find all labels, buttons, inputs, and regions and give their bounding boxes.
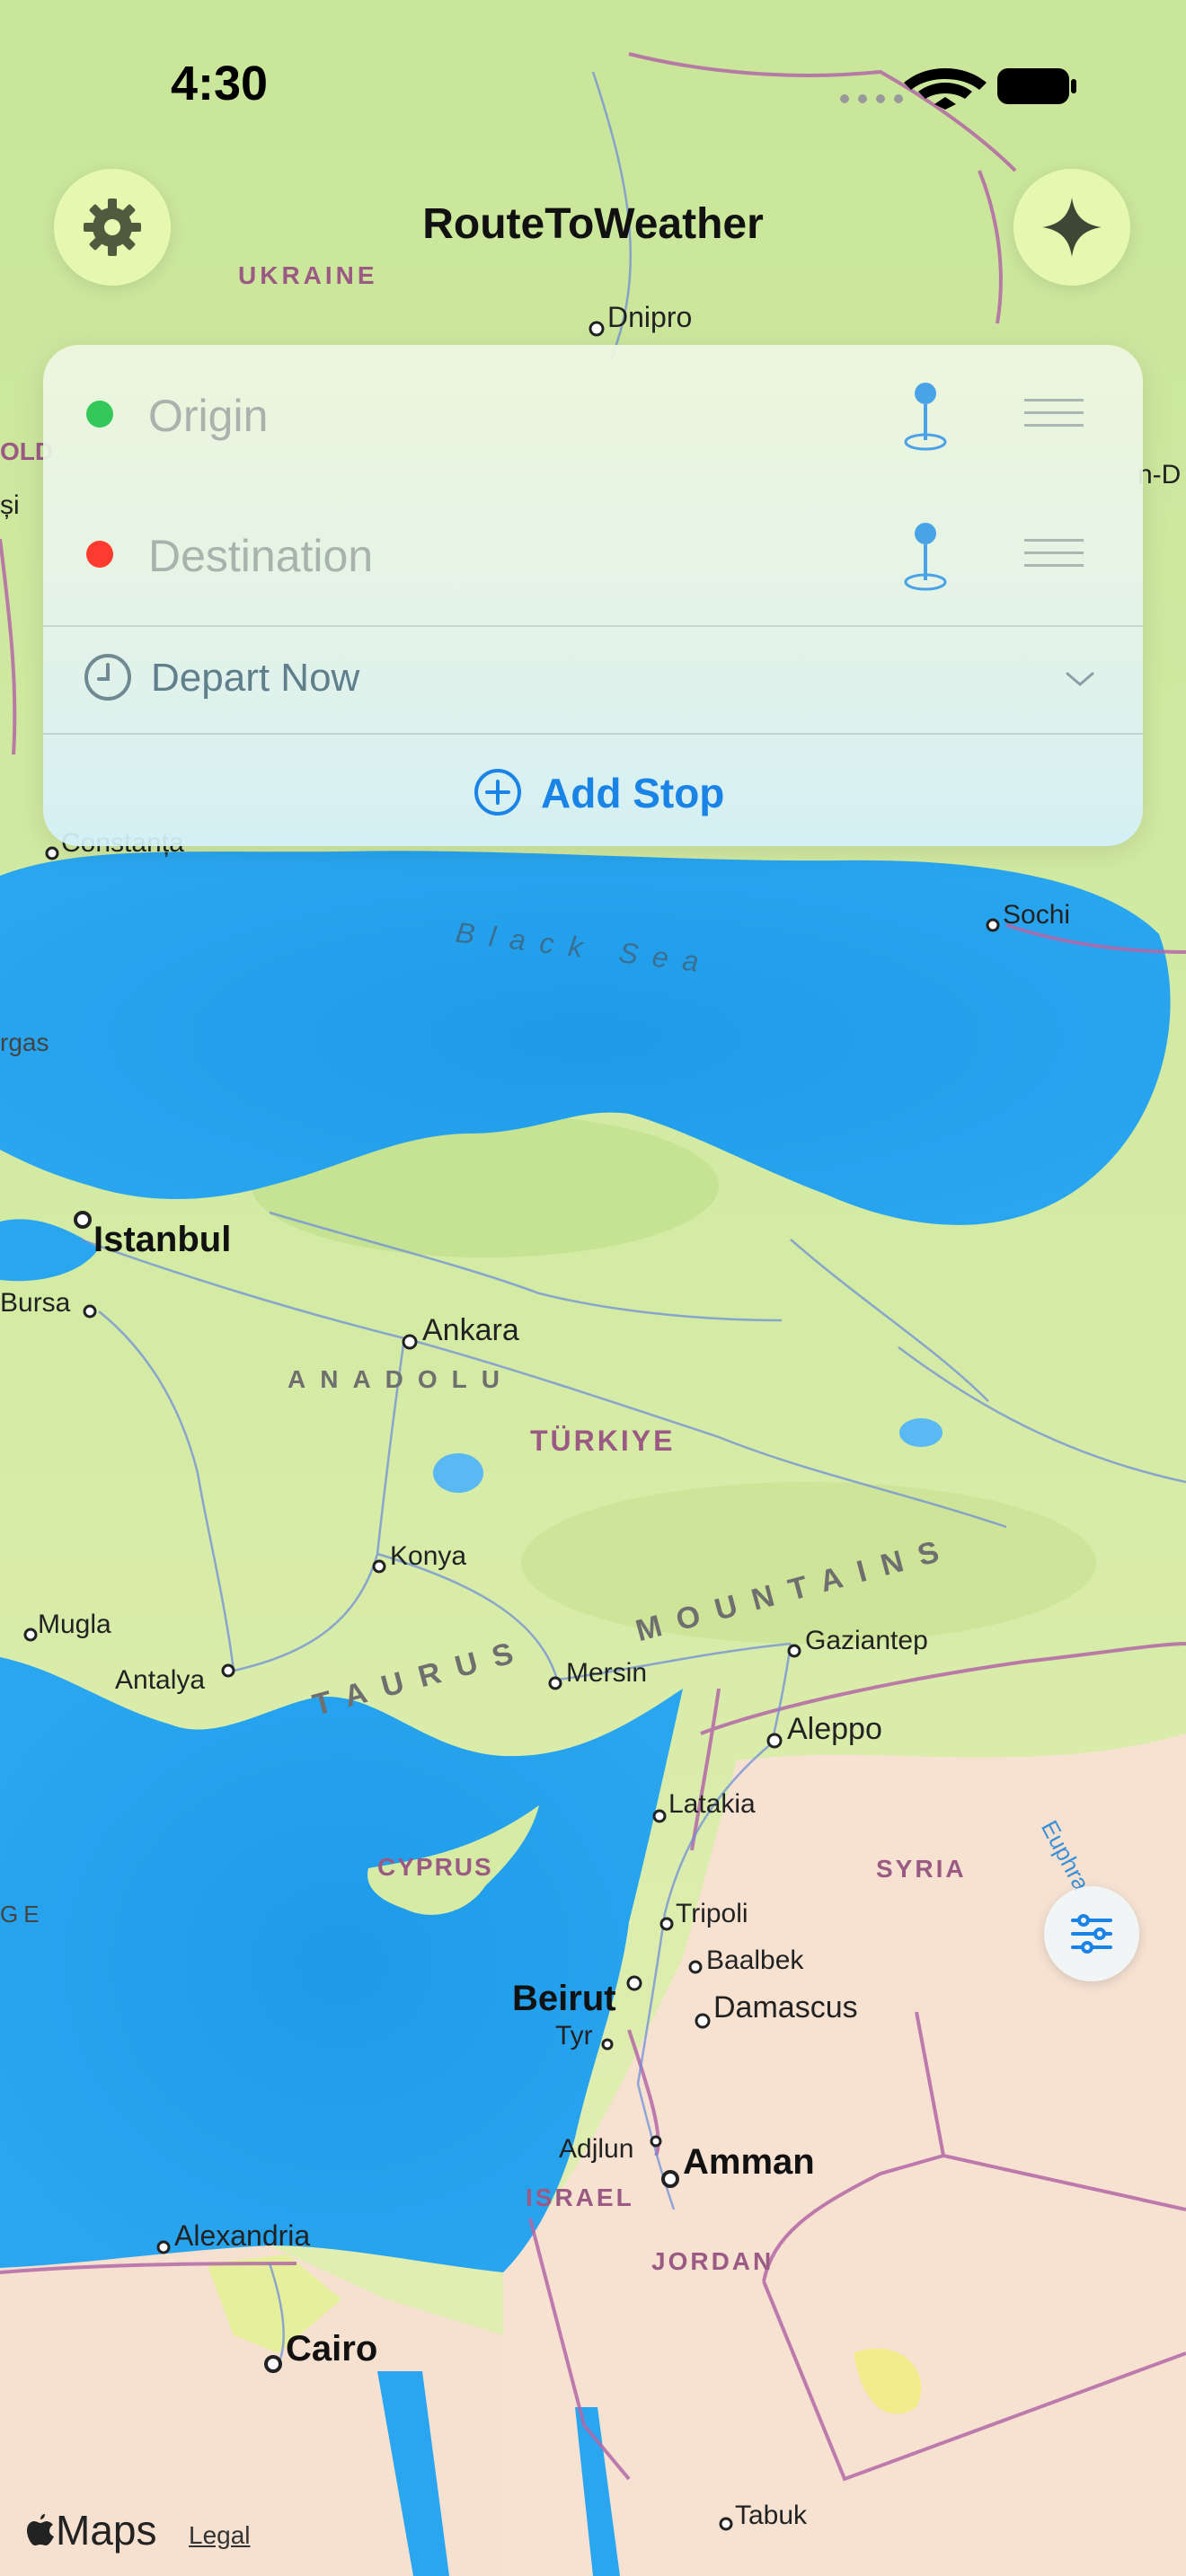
map-filter-button[interactable] <box>1044 1886 1139 1981</box>
map-label-edge: rgas <box>0 1028 49 1056</box>
map-label-region: JORDAN <box>651 2247 774 2275</box>
origin-dot <box>86 401 113 428</box>
map-text-label: Tabuk <box>735 2501 808 2530</box>
route-card: Depart Now Add Stop <box>43 345 1143 846</box>
map-text-label: Damascus <box>713 1990 858 2025</box>
map-text-label: Alexandria <box>174 2219 310 2252</box>
depart-label: Depart Now <box>151 656 360 700</box>
city-latakia: Latakia <box>652 1789 756 1823</box>
map-text-label: Beirut <box>512 1979 616 2018</box>
map-text-label: Konya <box>390 1541 466 1571</box>
destination-input[interactable] <box>146 521 887 591</box>
map-text-label: Istanbul <box>93 1220 231 1259</box>
battery-icon <box>997 68 1076 104</box>
legal-link[interactable]: Legal <box>189 2521 251 2550</box>
map-text-label: Aleppo <box>787 1712 882 1746</box>
plus-circle-icon <box>474 769 521 816</box>
map-text-label: Mugla <box>38 1610 111 1639</box>
clock-icon <box>84 654 131 701</box>
app-title: RouteToWeather <box>422 200 764 248</box>
lake <box>899 1418 943 1447</box>
city-alexandria: Alexandria <box>156 2219 310 2254</box>
apple-logo-icon <box>27 2514 54 2545</box>
map-label-region: UKRAINE <box>238 261 378 289</box>
map-label-region: ISRAEL <box>526 2183 634 2211</box>
map-label-region: TÜRKIYE <box>530 1425 675 1457</box>
map-pin-button[interactable] <box>898 374 952 454</box>
depart-time-selector[interactable]: Depart Now <box>43 627 1143 733</box>
ai-assistant-button[interactable] <box>1013 169 1130 286</box>
wifi-icon <box>904 68 987 110</box>
destination-row <box>43 485 1143 625</box>
reorder-handle-icon[interactable] <box>1024 395 1084 431</box>
sliders-icon <box>1071 1914 1112 1954</box>
map-pin-button[interactable] <box>898 514 952 595</box>
map-text-label: Adjlun <box>559 2134 633 2164</box>
city-damascus: Damascus <box>695 1990 858 2029</box>
map-label-region: CYPRUS <box>377 1853 493 1881</box>
status-icons <box>840 68 1076 110</box>
map-text-label: Ankara <box>422 1313 519 1347</box>
reorder-handle-icon[interactable] <box>1024 535 1084 571</box>
sparkle-icon <box>1042 198 1102 257</box>
map-text-label: Cairo <box>286 2329 377 2369</box>
map-text-label: Antalya <box>115 1665 205 1695</box>
map-label-region: SYRIA <box>876 1855 967 1883</box>
maps-label: Maps <box>56 2507 157 2554</box>
map-pin-icon <box>904 383 947 451</box>
chevron-down-icon <box>1066 672 1094 686</box>
maps-attribution: Maps <box>25 2506 156 2554</box>
city-gaziantep: Gaziantep <box>787 1626 928 1658</box>
map-label-area: ANADOLU <box>288 1365 514 1393</box>
map-text-label: Latakia <box>668 1789 756 1819</box>
hills-patch <box>521 1482 1096 1644</box>
add-stop-button[interactable]: Add Stop <box>43 735 1143 846</box>
app-screen: UKRAINE Black Sea TÜRKIYE ANADOLU TAURUS… <box>0 0 1186 2576</box>
lake <box>433 1453 483 1493</box>
map-text-label: Tyr <box>555 2021 593 2051</box>
map-text-label: Tripoli <box>676 1899 748 1928</box>
map-text-label: Amman <box>683 2142 815 2182</box>
map-text-label: Bursa <box>0 1288 71 1318</box>
city-istanbul: Istanbul <box>74 1211 231 1259</box>
city-amman: Amman <box>661 2142 815 2188</box>
city-mugla: Mugla <box>23 1610 111 1642</box>
map-label-edge: și <box>0 490 20 520</box>
map-text-label: Sochi <box>1003 900 1070 930</box>
cellular-signal-icon <box>840 94 903 103</box>
add-stop-label: Add Stop <box>541 770 725 816</box>
origin-input[interactable] <box>146 381 887 451</box>
map-text-label: Gaziantep <box>805 1626 928 1655</box>
origin-row <box>43 345 1143 485</box>
map-label-edge: n-D <box>1137 460 1181 490</box>
map-label-edge: GE <box>0 1901 45 1928</box>
map-text-label: Dnipro <box>607 301 692 333</box>
destination-dot <box>86 541 113 568</box>
map-text-label: Baalbek <box>706 1945 804 1975</box>
map-pin-icon <box>904 523 947 591</box>
map-text-label: Mersin <box>566 1658 647 1688</box>
city-baalbek: Baalbek <box>688 1945 804 1975</box>
status-time: 4:30 <box>171 57 269 110</box>
